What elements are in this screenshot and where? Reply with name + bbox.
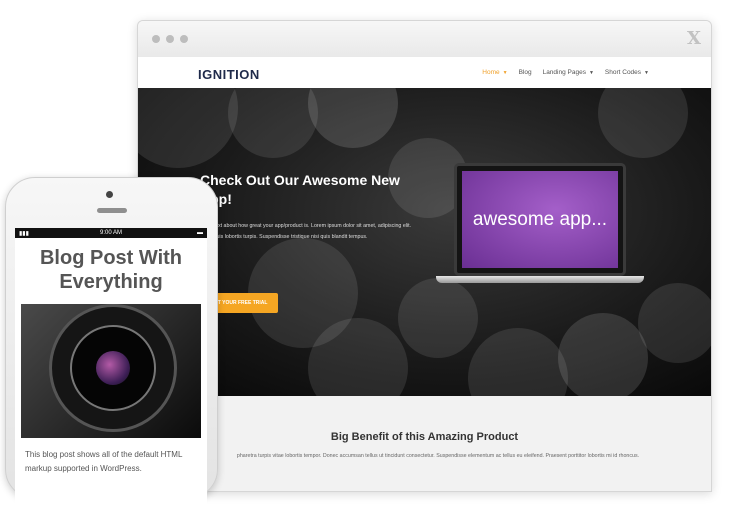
phone-camera-icon [106, 191, 113, 198]
lens-ring [70, 325, 156, 411]
benefit-title: Big Benefit of this Amazing Product [330, 431, 519, 443]
phone-mockup: ▮▮▮ 9:00 AM ▬ Blog Post With Everything … [5, 177, 218, 508]
hero-description: more text about how great your app/produ… [200, 223, 412, 240]
chevron-down-icon: ▼ [588, 69, 594, 76]
post-excerpt: This blog post shows all of the default … [25, 450, 183, 473]
bokeh-light [138, 88, 238, 168]
nav-item-landing-pages[interactable]: Landing Pages ▼ [543, 69, 594, 76]
close-icon[interactable]: X [687, 28, 701, 49]
bokeh-light [558, 313, 648, 396]
hero-title: Check Out Our Awesome New App! [200, 172, 400, 207]
window-dot-icon [166, 35, 174, 43]
nav-label: Short Codes [604, 69, 642, 76]
main-nav: Home ▼ Blog Landing Pages ▼ Short Codes … [482, 69, 649, 76]
nav-item-blog[interactable]: Blog [519, 69, 532, 76]
signal-icon: ▮▮▮ [19, 231, 29, 237]
window-dot-icon [152, 35, 160, 43]
window-dot-icon [180, 35, 188, 43]
laptop-base [436, 276, 644, 283]
phone-screen: ▮▮▮ 9:00 AM ▬ Blog Post With Everything … [15, 228, 207, 508]
status-bar: ▮▮▮ 9:00 AM ▬ [15, 228, 207, 238]
bokeh-light [398, 278, 478, 358]
nav-label: Blog [518, 69, 532, 76]
lens-glass [96, 351, 130, 385]
status-time: 9:00 AM [99, 230, 122, 236]
phone-speaker [97, 208, 127, 213]
browser-title-bar: X [138, 21, 711, 57]
bokeh-light [468, 328, 568, 396]
nav-label: Landing Pages [542, 69, 586, 76]
laptop-screen: awesome app... [454, 163, 626, 276]
laptop-display-text: awesome app... [462, 171, 618, 268]
desktop-browser-mockup: X IGNITION Home ▼ Blog Landing Pages ▼ S… [137, 20, 712, 492]
hero-section: Check Out Our Awesome New App! more text… [138, 88, 711, 396]
site-logo[interactable]: IGNITION [198, 67, 260, 82]
benefit-text: pharetra turpis vitae lobortis tempor. D… [236, 453, 640, 459]
bokeh-light [308, 88, 398, 148]
camera-lens-image [21, 304, 201, 438]
bokeh-light [228, 88, 318, 158]
lens-icon [49, 304, 177, 432]
bokeh-light [598, 88, 688, 158]
nav-label: Home [482, 69, 500, 76]
nav-item-home[interactable]: Home ▼ [482, 69, 507, 76]
battery-icon: ▬ [197, 230, 203, 236]
chevron-down-icon: ▼ [502, 69, 508, 76]
bokeh-light [638, 283, 711, 363]
chevron-down-icon: ▼ [644, 69, 649, 76]
post-title: Blog Post With Everything [39, 247, 183, 293]
nav-item-short-codes[interactable]: Short Codes ▼ [605, 69, 649, 76]
